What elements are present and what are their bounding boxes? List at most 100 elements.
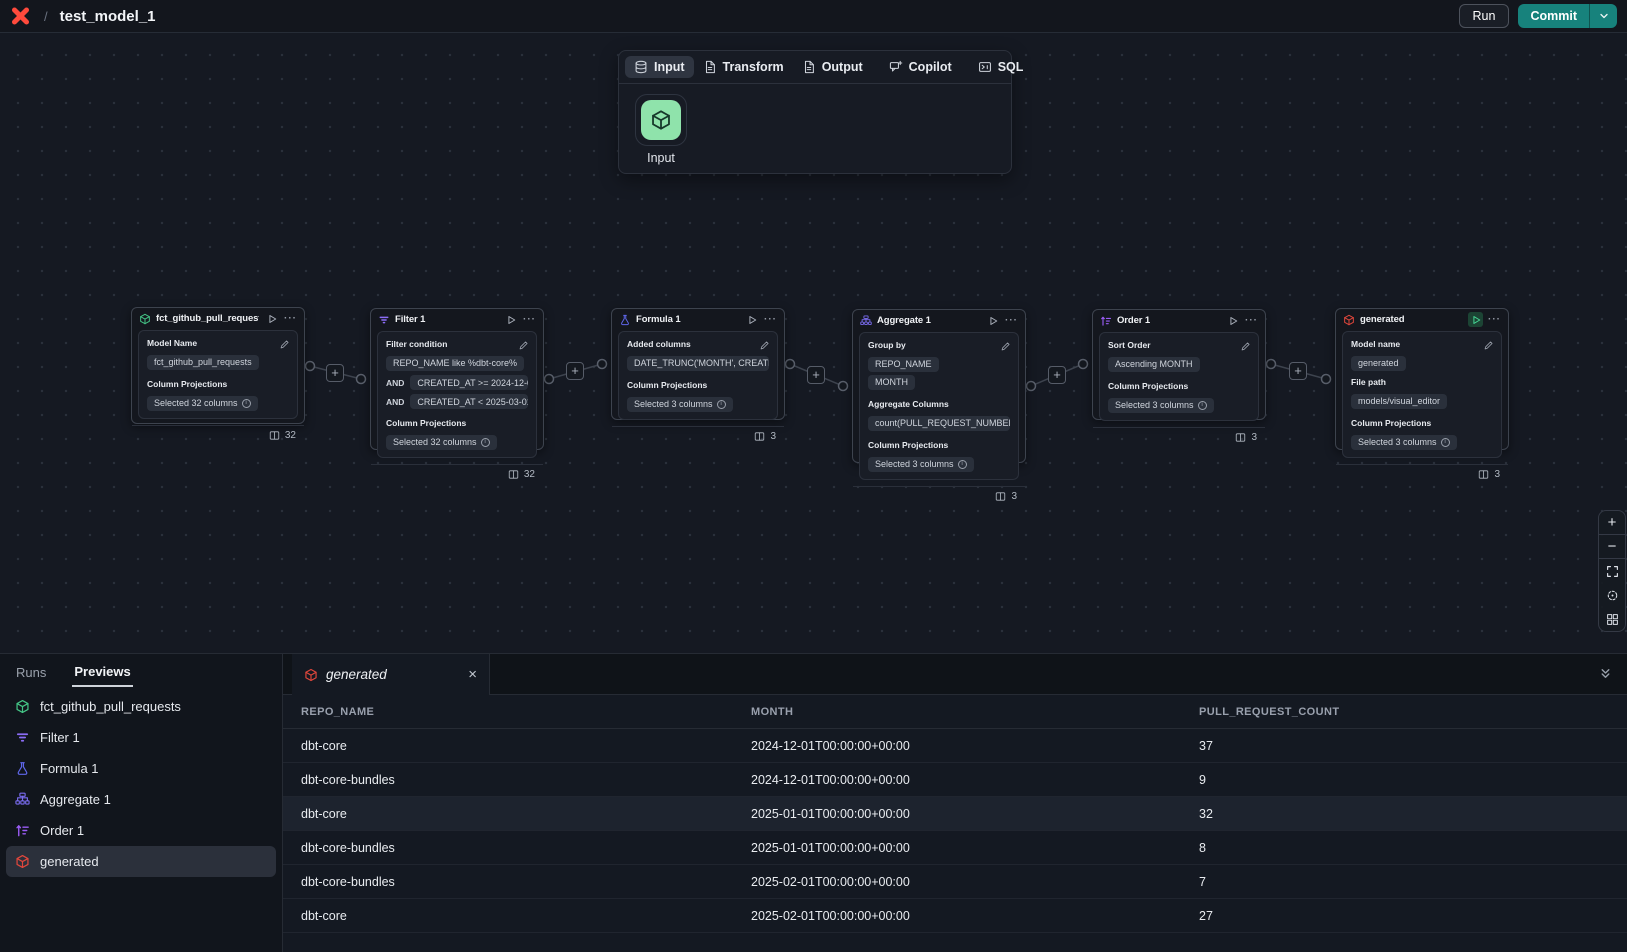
edit-icon[interactable] bbox=[518, 338, 529, 349]
edit-icon[interactable] bbox=[759, 338, 770, 349]
table-row[interactable]: dbt-core-bundles 2024-12-01T00:00:00+00:… bbox=[283, 763, 1627, 797]
tab-runs[interactable]: Runs bbox=[14, 657, 48, 686]
minimap-button[interactable] bbox=[1599, 607, 1625, 631]
add-node-button[interactable]: + bbox=[1048, 366, 1066, 384]
zoom-out-button[interactable]: − bbox=[1599, 535, 1625, 559]
edit-icon[interactable] bbox=[279, 337, 290, 348]
top-bar: / test_model_1 Run Commit bbox=[0, 0, 1627, 33]
node-generated[interactable]: generated ··· Model name generated File … bbox=[1335, 308, 1509, 450]
list-item-generated[interactable]: generated bbox=[6, 846, 276, 877]
info-icon[interactable]: i bbox=[717, 400, 726, 409]
node-aggregate-1[interactable]: Aggregate 1 ··· Group by REPO_NAME MONTH… bbox=[852, 309, 1026, 463]
tab-transform[interactable]: Transform bbox=[694, 56, 793, 78]
node-run-button[interactable] bbox=[1225, 313, 1240, 328]
table-row[interactable]: dbt-core 2025-02-01T00:00:00+00:00 27 bbox=[283, 899, 1627, 933]
info-icon[interactable]: i bbox=[1198, 401, 1207, 410]
output-port[interactable] bbox=[545, 375, 554, 384]
field-label: Column Projections bbox=[627, 380, 769, 390]
node-menu-button[interactable]: ··· bbox=[1005, 316, 1018, 326]
input-node-tile[interactable] bbox=[635, 94, 687, 146]
field-label: Column Projections bbox=[1108, 381, 1250, 391]
columns-icon bbox=[1235, 432, 1246, 443]
tab-sql[interactable]: SQL bbox=[969, 56, 1033, 78]
value-pill: DATE_TRUNC('MONTH', CREATED_AT... bbox=[627, 356, 769, 371]
preview-tab-label: generated bbox=[326, 667, 460, 682]
node-menu-button[interactable]: ··· bbox=[284, 314, 297, 324]
node-title: Order 1 bbox=[1117, 315, 1220, 326]
node-run-button[interactable] bbox=[744, 312, 759, 327]
list-item-filter-1[interactable]: Filter 1 bbox=[6, 722, 276, 753]
zoom-in-button[interactable]: + bbox=[1599, 511, 1625, 535]
collapse-panel-button[interactable] bbox=[1598, 666, 1613, 686]
preview-tab-generated[interactable]: generated × bbox=[292, 654, 490, 695]
cell-count: 9 bbox=[1199, 773, 1627, 787]
commit-button[interactable]: Commit bbox=[1518, 4, 1589, 28]
node-formula-1[interactable]: Formula 1 ··· Added columns DATE_TRUNC('… bbox=[611, 308, 785, 420]
table-row[interactable]: dbt-core-bundles 2025-02-01T00:00:00+00:… bbox=[283, 865, 1627, 899]
edit-icon[interactable] bbox=[1000, 339, 1011, 350]
input-port[interactable] bbox=[357, 375, 366, 384]
table-row[interactable]: dbt-core-bundles 2025-01-01T00:00:00+00:… bbox=[283, 831, 1627, 865]
info-icon[interactable]: i bbox=[242, 399, 251, 408]
tab-copilot[interactable]: Copilot bbox=[880, 56, 961, 78]
list-item-fct-github-pull-requests[interactable]: fct_github_pull_requests bbox=[6, 691, 276, 722]
cube-icon bbox=[1343, 314, 1355, 326]
add-node-button[interactable]: + bbox=[807, 366, 825, 384]
column-count: 3 bbox=[770, 431, 776, 442]
info-icon[interactable]: i bbox=[1441, 438, 1450, 447]
node-menu-button[interactable]: ··· bbox=[523, 315, 536, 325]
info-icon[interactable]: i bbox=[481, 438, 490, 447]
list-item-order-1[interactable]: Order 1 bbox=[6, 815, 276, 846]
node-menu-button[interactable]: ··· bbox=[764, 315, 777, 325]
input-port[interactable] bbox=[1079, 360, 1088, 369]
fit-view-button[interactable] bbox=[1599, 559, 1625, 583]
locate-button[interactable] bbox=[1599, 583, 1625, 607]
node-footer: 32 bbox=[371, 464, 543, 484]
node-order-1[interactable]: Order 1 ··· Sort Order Ascending MONTH C… bbox=[1092, 309, 1266, 420]
table-row[interactable]: dbt-core 2025-01-01T00:00:00+00:00 32 bbox=[283, 797, 1627, 831]
list-item-formula-1[interactable]: Formula 1 bbox=[6, 753, 276, 784]
node-title: generated bbox=[1360, 314, 1463, 325]
sort-icon bbox=[15, 823, 30, 838]
add-node-button[interactable]: + bbox=[1289, 362, 1307, 380]
commit-dropdown-button[interactable] bbox=[1589, 4, 1617, 28]
node-card: Added columns DATE_TRUNC('MONTH', CREATE… bbox=[618, 331, 778, 420]
add-node-button[interactable]: + bbox=[326, 364, 344, 382]
input-port[interactable] bbox=[1322, 375, 1331, 384]
dbt-logo-icon bbox=[10, 6, 30, 26]
list-item-aggregate-1[interactable]: Aggregate 1 bbox=[6, 784, 276, 815]
edit-icon[interactable] bbox=[1483, 338, 1494, 349]
canvas[interactable]: + + + + + Input Transform Output Copilot… bbox=[0, 33, 1627, 653]
output-port[interactable] bbox=[1027, 382, 1036, 391]
list-item-label: Order 1 bbox=[40, 823, 84, 838]
input-port[interactable] bbox=[839, 382, 848, 391]
field-label: Column Projections bbox=[1351, 418, 1493, 428]
flask-icon bbox=[619, 314, 631, 326]
add-node-button[interactable]: + bbox=[566, 362, 584, 380]
output-port[interactable] bbox=[786, 360, 795, 369]
input-port[interactable] bbox=[598, 360, 607, 369]
node-run-button[interactable] bbox=[264, 311, 279, 326]
tab-output[interactable]: Output bbox=[793, 56, 872, 78]
node-list: fct_github_pull_requests Filter 1 Formul… bbox=[0, 688, 282, 880]
close-icon[interactable]: × bbox=[468, 667, 477, 682]
node-run-button[interactable] bbox=[1468, 312, 1483, 327]
value-pill: REPO_NAME like %dbt-core% bbox=[386, 356, 524, 371]
node-fct-github-pull-requests[interactable]: fct_github_pull_requests ··· Model Name … bbox=[131, 307, 305, 424]
value-pill: CREATED_AT < 2025-03-01 bbox=[410, 394, 528, 409]
node-run-button[interactable] bbox=[503, 312, 518, 327]
node-menu-button[interactable]: ··· bbox=[1245, 316, 1258, 326]
info-icon[interactable]: i bbox=[958, 460, 967, 469]
node-card: Model Name fct_github_pull_requests Colu… bbox=[138, 330, 298, 419]
node-menu-button[interactable]: ··· bbox=[1488, 315, 1501, 325]
tab-previews[interactable]: Previews bbox=[72, 656, 132, 687]
output-port[interactable] bbox=[306, 362, 315, 371]
edit-icon[interactable] bbox=[1240, 339, 1251, 350]
run-button[interactable]: Run bbox=[1459, 4, 1510, 28]
node-filter-1[interactable]: Filter 1 ··· Filter condition REPO_NAME … bbox=[370, 308, 544, 450]
table-row[interactable]: dbt-core 2024-12-01T00:00:00+00:00 37 bbox=[283, 729, 1627, 763]
list-item-label: fct_github_pull_requests bbox=[40, 699, 181, 714]
output-port[interactable] bbox=[1267, 360, 1276, 369]
node-run-button[interactable] bbox=[985, 313, 1000, 328]
tab-input[interactable]: Input bbox=[625, 56, 694, 78]
